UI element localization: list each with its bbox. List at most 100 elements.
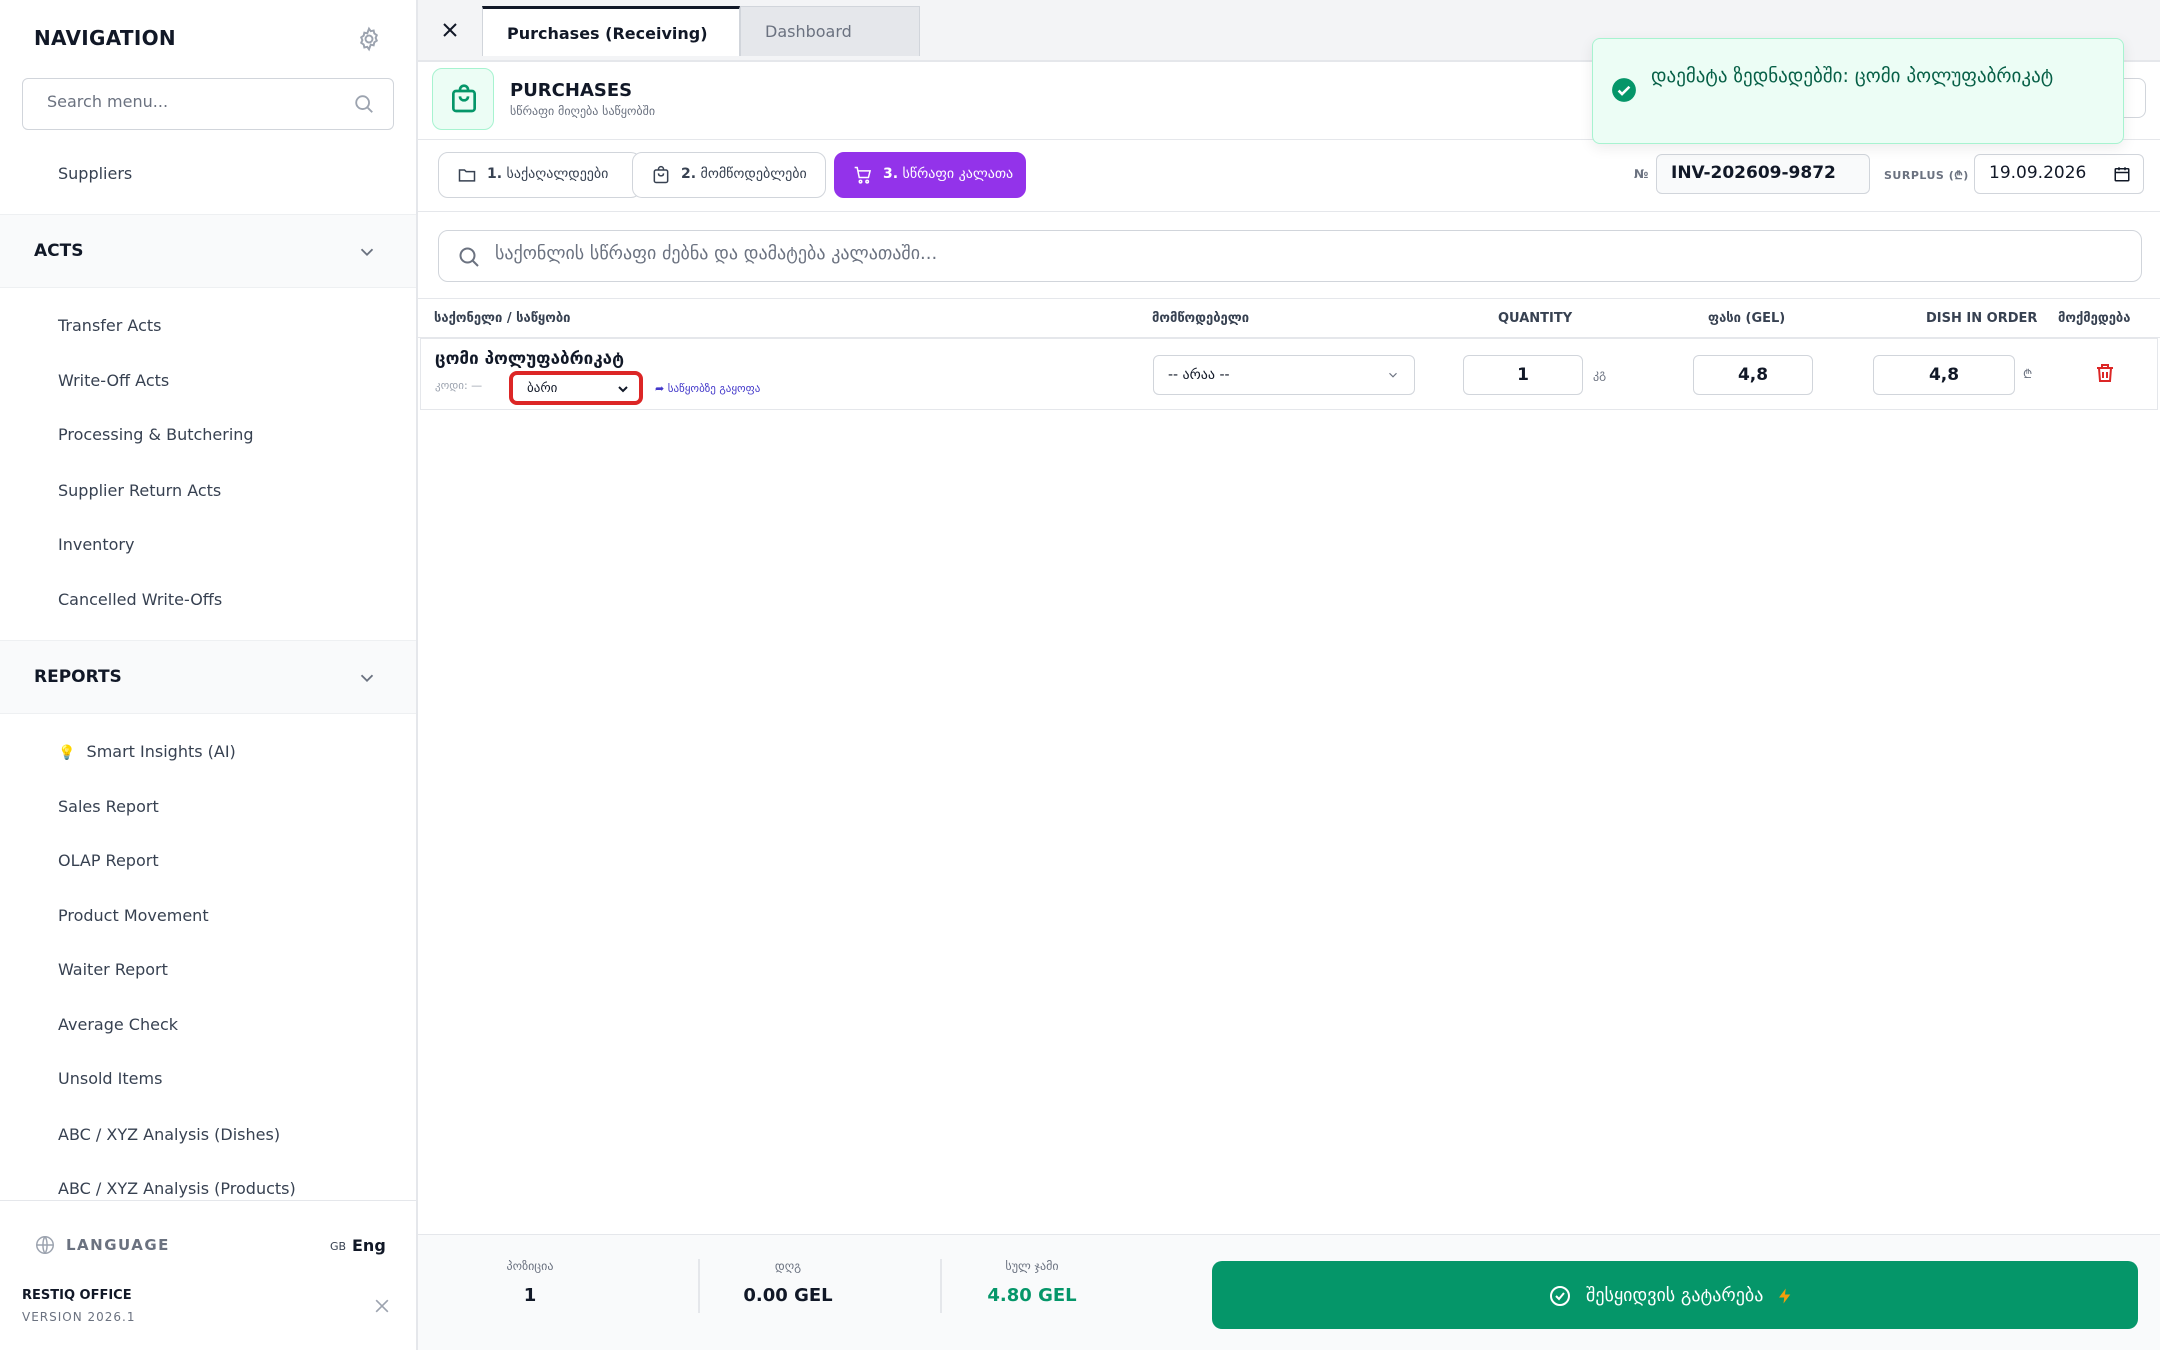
sidebar-item-supplier-return[interactable]: Supplier Return Acts [58, 481, 221, 500]
sidebar-item-olap-report[interactable]: OLAP Report [58, 851, 159, 870]
column-header-action: მოქმედება [2058, 311, 2131, 326]
lightning-icon [1779, 1288, 1791, 1304]
currency-symbol: ₾ [2023, 367, 2033, 381]
invoice-date-value: 19.09.2026 [1989, 163, 2087, 183]
step-label: 2. მომწოდებლები [681, 166, 807, 182]
gear-icon[interactable] [356, 26, 382, 52]
bag-icon [653, 165, 669, 184]
search-icon [355, 95, 373, 113]
step-suppliers-button[interactable]: 2. მომწოდებლები [632, 152, 826, 198]
folder-icon [458, 169, 476, 182]
price-input[interactable]: 4,8 [1693, 355, 1813, 395]
sidebar-item-transfer-acts[interactable]: Transfer Acts [58, 316, 162, 335]
column-header-product: საქონელი / საწყობი [434, 311, 571, 326]
language-switcher[interactable]: LANGUAGE GB Eng [0, 1222, 416, 1268]
sidebar-search [22, 78, 394, 130]
split-to-warehouse-link[interactable]: ➦ საწყობზე გაყოფა [655, 382, 760, 395]
page-title: PURCHASES [510, 80, 633, 101]
column-header-quantity: QUANTITY [1498, 311, 1573, 326]
sidebar-item-abc-dishes[interactable]: ABC / XYZ Analysis (Dishes) [58, 1125, 280, 1144]
checkout-label: შესყიდვის გატარება [1586, 1285, 1764, 1306]
quick-search [438, 230, 2142, 282]
column-header-dish-in-order: DISH IN ORDER [1926, 311, 2038, 326]
step-quick-cart-button[interactable]: 3. სწრაფი კალათა [834, 152, 1026, 198]
sidebar-item-label: Smart Insights (AI) [86, 742, 236, 761]
trash-icon[interactable] [2093, 361, 2117, 385]
invoice-date-input[interactable]: 19.09.2026 [1974, 154, 2144, 194]
sidebar-item-product-movement[interactable]: Product Movement [58, 906, 209, 925]
toast-message: დაემატა ზედნადებში: ცომი პოლუფაბრიკატ [1651, 65, 2054, 87]
search-icon [459, 247, 479, 267]
version-label: VERSION 2026.1 [22, 1310, 136, 1324]
total-label: სულ ჯამი [1005, 1259, 1059, 1273]
sidebar-item-smart-insights[interactable]: 💡 Smart Insights (AI) [58, 742, 236, 761]
lightbulb-icon: 💡 [58, 745, 76, 761]
shopping-bag-icon [432, 68, 494, 130]
sidebar-item-suppliers[interactable]: Suppliers [58, 164, 132, 183]
language-flag: GB [330, 1240, 347, 1253]
column-header-price: ფასი (GEL) [1708, 311, 1786, 326]
success-toast: დაემატა ზედნადებში: ცომი პოლუფაბრიკატ [1592, 38, 2124, 144]
total-value: 4.80 GEL [987, 1285, 1077, 1306]
warehouse-value: ბარი [527, 381, 558, 396]
vat-label: დღგ [774, 1259, 802, 1273]
warehouse-select[interactable]: ბარი [509, 371, 643, 405]
sidebar-search-input[interactable] [47, 92, 347, 111]
cart-icon [854, 166, 872, 184]
sidebar-section-acts[interactable]: ACTS [0, 214, 416, 288]
sidebar-section-label: ACTS [34, 241, 84, 261]
positions-value: 1 [523, 1285, 537, 1306]
step-label: 3. სწრაფი კალათა [883, 166, 1014, 182]
table-header: საქონელი / საწყობი მომწოდებელი QUANTITY … [418, 298, 2160, 338]
close-icon[interactable] [438, 18, 462, 42]
product-name: ცომი პოლუფაბრიკატ [435, 349, 624, 369]
sidebar-item-cancelled-write-offs[interactable]: Cancelled Write-Offs [58, 590, 222, 609]
checkout-button[interactable]: შესყიდვის გატარება [1212, 1261, 2138, 1329]
chevron-down-icon [1389, 372, 1397, 378]
chevron-down-icon [618, 386, 628, 393]
total-stat: სულ ჯამი 4.80 GEL [932, 1259, 1132, 1306]
vat-value: 0.00 GEL [743, 1285, 833, 1306]
tab-purchases[interactable]: Purchases (Receiving) [482, 6, 740, 56]
surplus-label: SURPLUS (₾) [1884, 169, 1969, 182]
sidebar-item-inventory[interactable]: Inventory [58, 535, 134, 554]
summary-footer: პოზიცია 1 დღგ 0.00 GEL სულ ჯამი 4.80 GEL… [418, 1234, 2160, 1350]
tab-dashboard[interactable]: Dashboard [740, 6, 920, 56]
sidebar-section-label: REPORTS [34, 667, 122, 687]
sidebar-item-write-off-acts[interactable]: Write-Off Acts [58, 371, 169, 390]
language-value: Eng [352, 1236, 386, 1255]
step-folders-button[interactable]: 1. საქაღალდეები [438, 152, 641, 198]
positions-stat: პოზიცია 1 [450, 1259, 610, 1306]
close-icon[interactable] [372, 1296, 392, 1316]
sidebar-item-unsold-items[interactable]: Unsold Items [58, 1069, 162, 1088]
supplier-value: -- არაა -- [1168, 367, 1230, 383]
quantity-unit: კგ [1593, 367, 1607, 381]
sidebar: NAVIGATION Suppliers ACTS Transfer Acts … [0, 0, 418, 1350]
steps-row: 1. საქაღალდეები 2. მომწოდებლები 3. სწრაფ… [418, 140, 2160, 212]
product-code: კოდი: — [435, 379, 483, 392]
positions-label: პოზიცია [506, 1259, 554, 1273]
chevron-down-icon [360, 674, 374, 683]
sidebar-item-processing[interactable]: Processing & Butchering [58, 425, 254, 444]
step-label: 1. საქაღალდეები [487, 166, 609, 182]
dish-in-order-input[interactable]: 4,8 [1873, 355, 2015, 395]
supplier-select[interactable]: -- არაა -- [1153, 355, 1415, 395]
column-header-supplier: მომწოდებელი [1152, 311, 1250, 326]
invoice-number-label: № [1634, 167, 1649, 181]
chevron-down-icon [360, 248, 374, 257]
language-label: LANGUAGE [66, 1236, 170, 1254]
quick-search-input[interactable] [495, 243, 2095, 264]
quantity-input[interactable]: 1 [1463, 355, 1583, 395]
page-subtitle: სწრაფი მიღება საწყობში [510, 104, 656, 118]
check-circle-icon [1612, 78, 1636, 102]
sidebar-section-reports[interactable]: REPORTS [0, 640, 416, 714]
sidebar-title: NAVIGATION [34, 26, 176, 50]
sidebar-item-sales-report[interactable]: Sales Report [58, 797, 159, 816]
globe-icon [36, 1236, 54, 1254]
sidebar-item-abc-products[interactable]: ABC / XYZ Analysis (Products) [58, 1179, 296, 1198]
sidebar-item-waiter-report[interactable]: Waiter Report [58, 960, 168, 979]
sidebar-item-average-check[interactable]: Average Check [58, 1015, 178, 1034]
check-circle-icon [1550, 1286, 1570, 1306]
invoice-number-input[interactable]: INV-202609-9872 [1656, 154, 1870, 194]
calendar-icon[interactable] [2113, 165, 2131, 183]
